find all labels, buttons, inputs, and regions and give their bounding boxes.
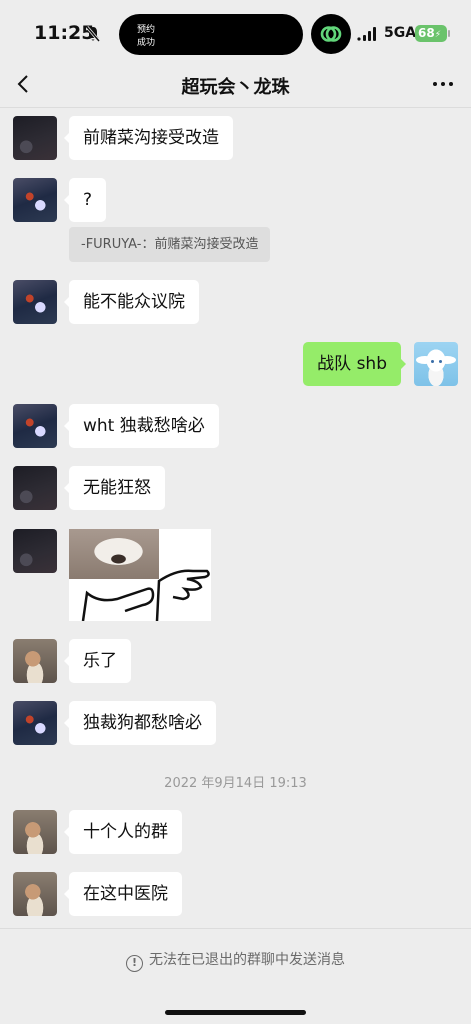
message-timestamp: 2022 年9月14日 19:13 [164, 776, 307, 791]
avatar[interactable] [13, 810, 57, 854]
message-bubble-outgoing[interactable]: 战队 shb [303, 342, 406, 386]
status-bar: 11:25 预约 成功 5GA 68⚡ [0, 0, 471, 66]
footer-notice-text: 无法在已退出的群聊中发送消息 [149, 952, 345, 968]
quoted-message[interactable]: -FURUYA-：前赌菜沟接受改造 [69, 227, 271, 262]
sticker-image[interactable] [69, 529, 211, 621]
mute-bell-icon [86, 26, 100, 42]
avatar[interactable] [13, 280, 57, 324]
app-activity-icon[interactable] [311, 14, 351, 54]
avatar[interactable] [13, 178, 57, 222]
avatar[interactable] [13, 872, 57, 916]
signal-bars-icon [357, 27, 376, 41]
warning-circle-icon: ! [126, 955, 143, 972]
avatar[interactable] [13, 639, 57, 683]
home-indicator[interactable] [165, 1010, 306, 1015]
avatar[interactable] [13, 116, 57, 160]
battery-icon: 68⚡ [415, 25, 450, 42]
message-bubble[interactable]: 能不能众议院 [64, 280, 199, 324]
charging-bolt-icon: ⚡ [434, 30, 442, 40]
pointing-hand-drawing [81, 569, 210, 621]
network-type: 5GA [384, 25, 417, 41]
message-bubble[interactable]: 无能狂怒 [64, 466, 165, 510]
avatar[interactable] [13, 404, 57, 448]
message-bubble[interactable]: 乐了 [64, 639, 131, 683]
dynamic-island[interactable]: 预约 成功 [119, 14, 303, 55]
message-bubble[interactable]: 独裁狗都愁啥必 [64, 701, 216, 745]
avatar[interactable] [13, 466, 57, 510]
avatar-self[interactable] [414, 342, 458, 386]
message-bubble[interactable]: 在这中医院 [64, 872, 182, 916]
message-bubble[interactable]: ? [63, 178, 107, 222]
message-bubble[interactable]: 十个人的群 [64, 810, 182, 854]
chat-title: 超玩会丶龙珠 [181, 77, 290, 98]
battery-level: 68 [418, 26, 435, 40]
message-bubble[interactable]: wht 独裁愁啥必 [64, 404, 219, 448]
message-bubble[interactable]: 前赌菜沟接受改造 [64, 116, 233, 160]
avatar[interactable] [13, 529, 57, 573]
island-line-2: 成功 [137, 38, 156, 48]
more-options-icon[interactable] [431, 73, 455, 95]
avatar[interactable] [13, 701, 57, 745]
footer-notice: ! 无法在已退出的群聊中发送消息 [0, 949, 471, 972]
island-line-1: 预约 [137, 25, 156, 35]
chat-header: 超玩会丶龙珠 [0, 60, 471, 108]
